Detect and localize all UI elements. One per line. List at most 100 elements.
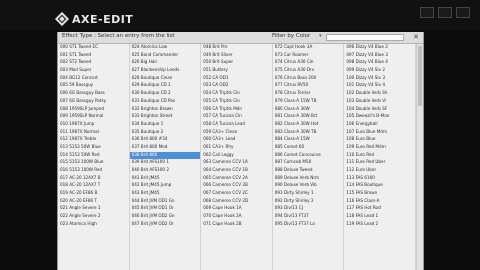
list-item[interactable]: 116 FAS Class-A xyxy=(344,198,415,206)
list-item[interactable]: 022 Angle Severe 2 xyxy=(58,213,129,221)
list-item[interactable]: 011 1987X Normal xyxy=(58,129,129,137)
list-item[interactable]: 097 Dizzy V4 Blue 3 xyxy=(344,52,415,60)
list-item[interactable]: 049 Brit Silver xyxy=(201,52,272,60)
list-item[interactable]: 010 1987X Jump xyxy=(58,121,129,129)
close-icon[interactable]: ✕ xyxy=(411,32,421,42)
list-item[interactable]: 008 1959SLP Jumped xyxy=(58,106,129,114)
list-item[interactable]: 073 Car Roamer xyxy=(273,52,344,60)
list-item[interactable]: 044 Brit JVM OD1 Gn xyxy=(130,198,201,206)
list-item[interactable]: 079 Class-A 15W TB xyxy=(273,98,344,106)
chevron-down-icon[interactable]: ▾ xyxy=(319,33,322,39)
list-item[interactable]: 004 BG12 Concert xyxy=(58,75,129,83)
list-item[interactable]: 054 CA Triptik Cln xyxy=(201,90,272,98)
list-item[interactable]: 030 Boutique CD 2 xyxy=(130,90,201,98)
close-window-button[interactable] xyxy=(456,7,470,18)
scrollbar-thumb[interactable] xyxy=(418,46,422,106)
list-item[interactable]: 066 Cameron CCV 2B xyxy=(201,182,272,190)
list-item[interactable]: 002 ST2 Tweed xyxy=(58,59,129,67)
list-item[interactable]: 091 Dirty Shirley 1 xyxy=(273,190,344,198)
list-item[interactable]: 055 CA Triptik Cln xyxy=(201,98,272,106)
list-item[interactable]: 050 Brit Super xyxy=(201,59,272,67)
list-item[interactable]: 106 Energyball xyxy=(344,121,415,129)
list-item[interactable]: 014 5153 50W Red xyxy=(58,152,129,160)
list-item[interactable]: 020 AC-20 EF86 T xyxy=(58,198,129,206)
list-item[interactable]: 056 CA Triptik Mdn xyxy=(201,106,272,114)
list-item[interactable]: 037 Brit 800 Mod xyxy=(130,144,201,152)
list-item[interactable]: 052 CA OD1 xyxy=(201,75,272,83)
minimize-button[interactable] xyxy=(420,7,434,18)
list-item[interactable]: 080 Class-A 30W xyxy=(273,106,344,114)
list-item[interactable]: 061 CA3+ Rhy xyxy=(201,144,272,152)
list-item[interactable]: 100 Dizzy V4 Slv 3 xyxy=(344,75,415,83)
list-item[interactable]: 007 6G Bassguy Patsy xyxy=(58,98,129,106)
list-item[interactable]: 082 Class-A 30W Hot xyxy=(273,121,344,129)
list-item[interactable]: 105 Dweezil's B-Man xyxy=(344,113,415,121)
list-item[interactable]: 078 Citrus Terrier xyxy=(273,90,344,98)
list-item[interactable]: 098 Dizzy V4 Blue 4 xyxy=(344,59,415,67)
list-item[interactable]: 018 AC-20 12AX7 T xyxy=(58,182,129,190)
list-item[interactable]: 003 Mod Super xyxy=(58,67,129,75)
list-item[interactable]: 070 Cape Hook 2A xyxy=(201,213,272,221)
list-item[interactable]: 065 Cameron CCV 2A xyxy=(201,175,272,183)
list-item[interactable]: 071 Cape Hook 2B xyxy=(201,221,272,229)
list-item[interactable]: 108 Euro Blue xyxy=(344,136,415,144)
list-item[interactable]: 038 Brit 800 xyxy=(129,151,201,160)
list-item[interactable]: 103 Double Verb Vi xyxy=(344,98,415,106)
maximize-button[interactable] xyxy=(438,7,452,18)
list-item[interactable]: 083 Class-A 30W TB xyxy=(273,129,344,137)
list-item[interactable]: 041 Brit JM45 xyxy=(130,175,201,183)
list-item[interactable]: 092 Dirty Shirley 2 xyxy=(273,198,344,206)
list-item[interactable]: 115 FAS Brown xyxy=(344,190,415,198)
list-item[interactable]: 094 Div/13 FT37 xyxy=(273,213,344,221)
list-item[interactable]: 104 Double Verb SF xyxy=(344,106,415,114)
list-item[interactable]: 057 CA Tucana Cln xyxy=(201,113,272,121)
search-input[interactable] xyxy=(326,33,404,41)
list-item[interactable]: 039 Brit AFS100 1 xyxy=(130,159,201,167)
list-item[interactable]: 006 6G Bassguy Bass xyxy=(58,90,129,98)
list-item[interactable]: 035 Boutique 2 xyxy=(130,129,201,137)
list-item[interactable]: 017 AC-20 12AX7 B xyxy=(58,175,129,183)
list-item[interactable]: 043 Brit JM45 xyxy=(130,190,201,198)
list-item[interactable]: 095 Div/13 FT37 Lo xyxy=(273,221,344,229)
list-item[interactable]: 040 Brit AFS100 2 xyxy=(130,167,201,175)
list-item[interactable]: 087 Corncob M50 xyxy=(273,159,344,167)
list-item[interactable]: 046 Brit JVM OD2 Gn xyxy=(130,213,201,221)
list-item[interactable]: 012 1987X Treble xyxy=(58,136,129,144)
list-item[interactable]: 024 Atomica Low xyxy=(130,44,201,52)
list-item[interactable]: 064 Cameron CCV 1B xyxy=(201,167,272,175)
filter-by-color-dropdown[interactable]: Filter by Color xyxy=(272,33,310,39)
list-item[interactable]: 026 Big Hair xyxy=(130,59,201,67)
list-item[interactable]: 107 Euro Blue Mdrn xyxy=(344,129,415,137)
list-item[interactable]: 025 Band Commander xyxy=(130,52,201,60)
list-item[interactable]: 102 Double Verb Sh xyxy=(344,90,415,98)
list-item[interactable]: 118 FAS Lead 1 xyxy=(344,213,415,221)
list-item[interactable]: 074 Citrus A30 Cln xyxy=(273,59,344,67)
list-item[interactable]: 109 Euro Red Mdrn xyxy=(344,144,415,152)
list-item[interactable]: 058 CA Tucana Lead xyxy=(201,121,272,129)
list-item[interactable]: 086 Comet Concourse xyxy=(273,152,344,160)
list-item[interactable]: 013 5153 50W Blue xyxy=(58,144,129,152)
list-item[interactable]: 023 Atomica High xyxy=(58,221,129,229)
list-item[interactable]: 033 Brighton Street xyxy=(130,113,201,121)
list-item[interactable]: 113 FAS 6160 xyxy=(344,175,415,183)
list-item[interactable]: 084 Class-A 15W xyxy=(273,136,344,144)
list-item[interactable]: 117 FAS Hot Rod xyxy=(344,205,415,213)
list-item[interactable]: 047 Brit JVM OD2 Or xyxy=(130,221,201,229)
list-item[interactable]: 110 Euro Red xyxy=(344,152,415,160)
list-item[interactable]: 036 Brit 800 #34 xyxy=(130,136,201,144)
list-item[interactable]: 063 Cameron CCV 1A xyxy=(201,159,272,167)
list-item[interactable]: 059 CA3+ Clean xyxy=(201,129,272,137)
list-item[interactable]: 072 Capt Hook 3A xyxy=(273,44,344,52)
list-item[interactable]: 081 Class-A 30W Brt xyxy=(273,113,344,121)
list-item[interactable]: 053 CA OD2 xyxy=(201,82,272,90)
list-item[interactable]: 112 Euro Uber xyxy=(344,167,415,175)
list-item[interactable]: 048 Brit Pre xyxy=(201,44,272,52)
list-item[interactable]: 111 Euro Red Uber xyxy=(344,159,415,167)
list-item[interactable]: 051 Buttery xyxy=(201,67,272,75)
list-item[interactable]: 062 Cali Leggy xyxy=(201,152,272,160)
list-item[interactable]: 045 Brit JVM OD1 Or xyxy=(130,205,201,213)
list-item[interactable]: 076 Citrus Bass 200 xyxy=(273,75,344,83)
list-item[interactable]: 060 CA3+ Lead xyxy=(201,136,272,144)
list-item[interactable]: 034 Boutique 1 xyxy=(130,121,201,129)
list-item[interactable]: 114 FAS Boutique xyxy=(344,182,415,190)
